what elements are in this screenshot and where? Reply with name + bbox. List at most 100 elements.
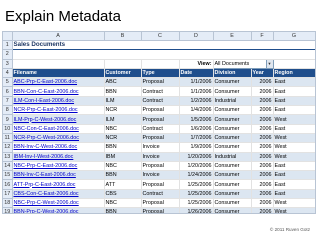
cell-year[interactable]: 2006 (251, 124, 274, 134)
empty-cell[interactable] (12, 59, 105, 69)
cell-type[interactable]: Contract (141, 124, 180, 134)
cell-type[interactable]: Proposal (141, 133, 180, 144)
cell-customer[interactable]: BBN (104, 170, 142, 181)
cell-region[interactable]: West (273, 207, 315, 213)
cell-year[interactable]: 2006 (251, 105, 274, 116)
empty-cell[interactable] (12, 49, 315, 60)
cell-division[interactable]: Consumer (213, 114, 252, 125)
cell-type[interactable]: Contract (141, 189, 180, 200)
header-division[interactable]: Division (213, 68, 252, 79)
cell-year[interactable]: 2006 (251, 152, 274, 162)
cell-date[interactable]: 1/7/2006 (179, 133, 214, 144)
cell-filename[interactable]: BBN-Inv-C-East-2006.doc (12, 170, 105, 181)
cell-date[interactable]: 1/20/2006 (179, 152, 214, 162)
cell-year[interactable]: 2006 (251, 198, 274, 209)
cell-date[interactable]: 1/25/2006 (179, 179, 214, 190)
cell-division[interactable]: Consumer (213, 179, 252, 190)
cell-region[interactable]: West (273, 133, 315, 144)
cell-region[interactable]: East (273, 161, 315, 172)
cell-division[interactable]: Consumer (213, 207, 252, 213)
column-header-f[interactable]: F (251, 32, 274, 41)
empty-cell[interactable] (141, 59, 180, 69)
cell-division[interactable]: Consumer (213, 105, 252, 116)
row-number[interactable]: 7 (3, 96, 13, 107)
cell-customer[interactable]: ILM (104, 114, 142, 125)
cell-type[interactable]: Proposal (141, 179, 180, 190)
header-region[interactable]: Region (273, 68, 315, 79)
select-all-corner[interactable] (3, 32, 13, 41)
cell-region[interactable]: West (273, 114, 315, 125)
row-number[interactable]: 14 (3, 161, 13, 172)
cell-region[interactable]: West (273, 142, 315, 153)
row-number[interactable]: 5 (3, 77, 13, 88)
cell-customer[interactable]: NBC (104, 161, 142, 172)
cell-year[interactable]: 2006 (251, 133, 274, 144)
row-number[interactable]: 17 (3, 189, 13, 200)
header-year[interactable]: Year (251, 68, 274, 79)
cell-customer[interactable]: ATT (104, 179, 142, 190)
cell-region[interactable]: East (273, 124, 315, 134)
cell-date[interactable]: 1/6/2006 (179, 124, 214, 134)
cell-year[interactable]: 2006 (251, 189, 274, 200)
cell-division[interactable]: Consumer (213, 86, 252, 97)
cell-year[interactable]: 2006 (251, 179, 274, 190)
cell-division[interactable]: Consumer (213, 198, 252, 209)
cell-division[interactable]: Consumer (213, 170, 252, 181)
row-number[interactable]: 8 (3, 105, 13, 116)
cell-region[interactable]: West (273, 152, 315, 162)
column-header-b[interactable]: B (104, 32, 142, 41)
cell-date[interactable]: 1/1/2006 (179, 86, 214, 97)
column-header-c[interactable]: C (141, 32, 180, 41)
row-number[interactable]: 15 (3, 170, 13, 181)
cell-division[interactable]: Consumer (213, 77, 252, 88)
cell-region[interactable]: East (273, 189, 315, 200)
header-customer[interactable]: Customer (104, 68, 142, 79)
cell-customer[interactable]: NBC (104, 124, 142, 134)
cell-filename[interactable]: NCR-Prp-C-West-2006.doc (12, 133, 105, 144)
cell-customer[interactable]: BBN (104, 86, 142, 97)
cell-filename[interactable]: BBN-Prp-C-West-2006.doc (12, 207, 105, 213)
cell-date[interactable]: 1/25/2006 (179, 189, 214, 200)
cell-type[interactable]: Invoice (141, 142, 180, 153)
cell-date[interactable]: 1/25/2006 (179, 198, 214, 209)
row-number[interactable]: 4 (3, 68, 13, 79)
cell-year[interactable]: 2006 (251, 96, 274, 107)
cell-date[interactable]: 1/26/2006 (179, 207, 214, 213)
cell-customer[interactable]: CBS (104, 189, 142, 200)
empty-cell[interactable] (273, 59, 315, 69)
cell-division[interactable]: Consumer (213, 142, 252, 153)
cell-filename[interactable]: BBN-Inv-C-West-2006.doc (12, 142, 105, 153)
header-filename[interactable]: Filename (12, 68, 105, 79)
row-number[interactable]: 11 (3, 133, 13, 144)
cell-year[interactable]: 2006 (251, 161, 274, 172)
cell-region[interactable]: West (273, 198, 315, 209)
cell-division[interactable]: Consumer (213, 124, 252, 134)
cell-region[interactable]: East (273, 179, 315, 190)
cell-date[interactable]: 1/5/2006 (179, 114, 214, 125)
cell-year[interactable]: 2006 (251, 114, 274, 125)
cell-filename[interactable]: CBS-Con-C-East-2006.doc (12, 189, 105, 200)
cell-division[interactable]: Consumer (213, 133, 252, 144)
cell-type[interactable]: Contract (141, 96, 180, 107)
cell-type[interactable]: Proposal (141, 114, 180, 125)
cell-filename[interactable]: NCR-Prp-C-East-2006.doc (12, 105, 105, 116)
cell-year[interactable]: 2006 (251, 142, 274, 153)
header-date[interactable]: Date (179, 68, 214, 79)
cell-filename[interactable]: ILM-Con-I-East-2006.doc (12, 96, 105, 107)
cell-type[interactable]: Proposal (141, 198, 180, 209)
row-number[interactable]: 18 (3, 198, 13, 209)
column-header-a[interactable]: A (12, 32, 105, 41)
cell-division[interactable]: Consumer (213, 189, 252, 200)
cell-type[interactable]: Invoice (141, 152, 180, 162)
cell-type[interactable]: Invoice (141, 170, 180, 181)
cell-date[interactable]: 1/20/2006 (179, 161, 214, 172)
cell-customer[interactable]: NBC (104, 198, 142, 209)
cell-region[interactable]: East (273, 96, 315, 107)
cell-date[interactable]: 1/4/2006 (179, 105, 214, 116)
row-number[interactable]: 10 (3, 124, 13, 134)
row-number[interactable]: 9 (3, 114, 13, 125)
cell-date[interactable]: 1/2/2006 (179, 96, 214, 107)
cell-type[interactable]: Proposal (141, 105, 180, 116)
row-number[interactable]: 19 (3, 207, 13, 213)
cell-year[interactable]: 2006 (251, 86, 274, 97)
